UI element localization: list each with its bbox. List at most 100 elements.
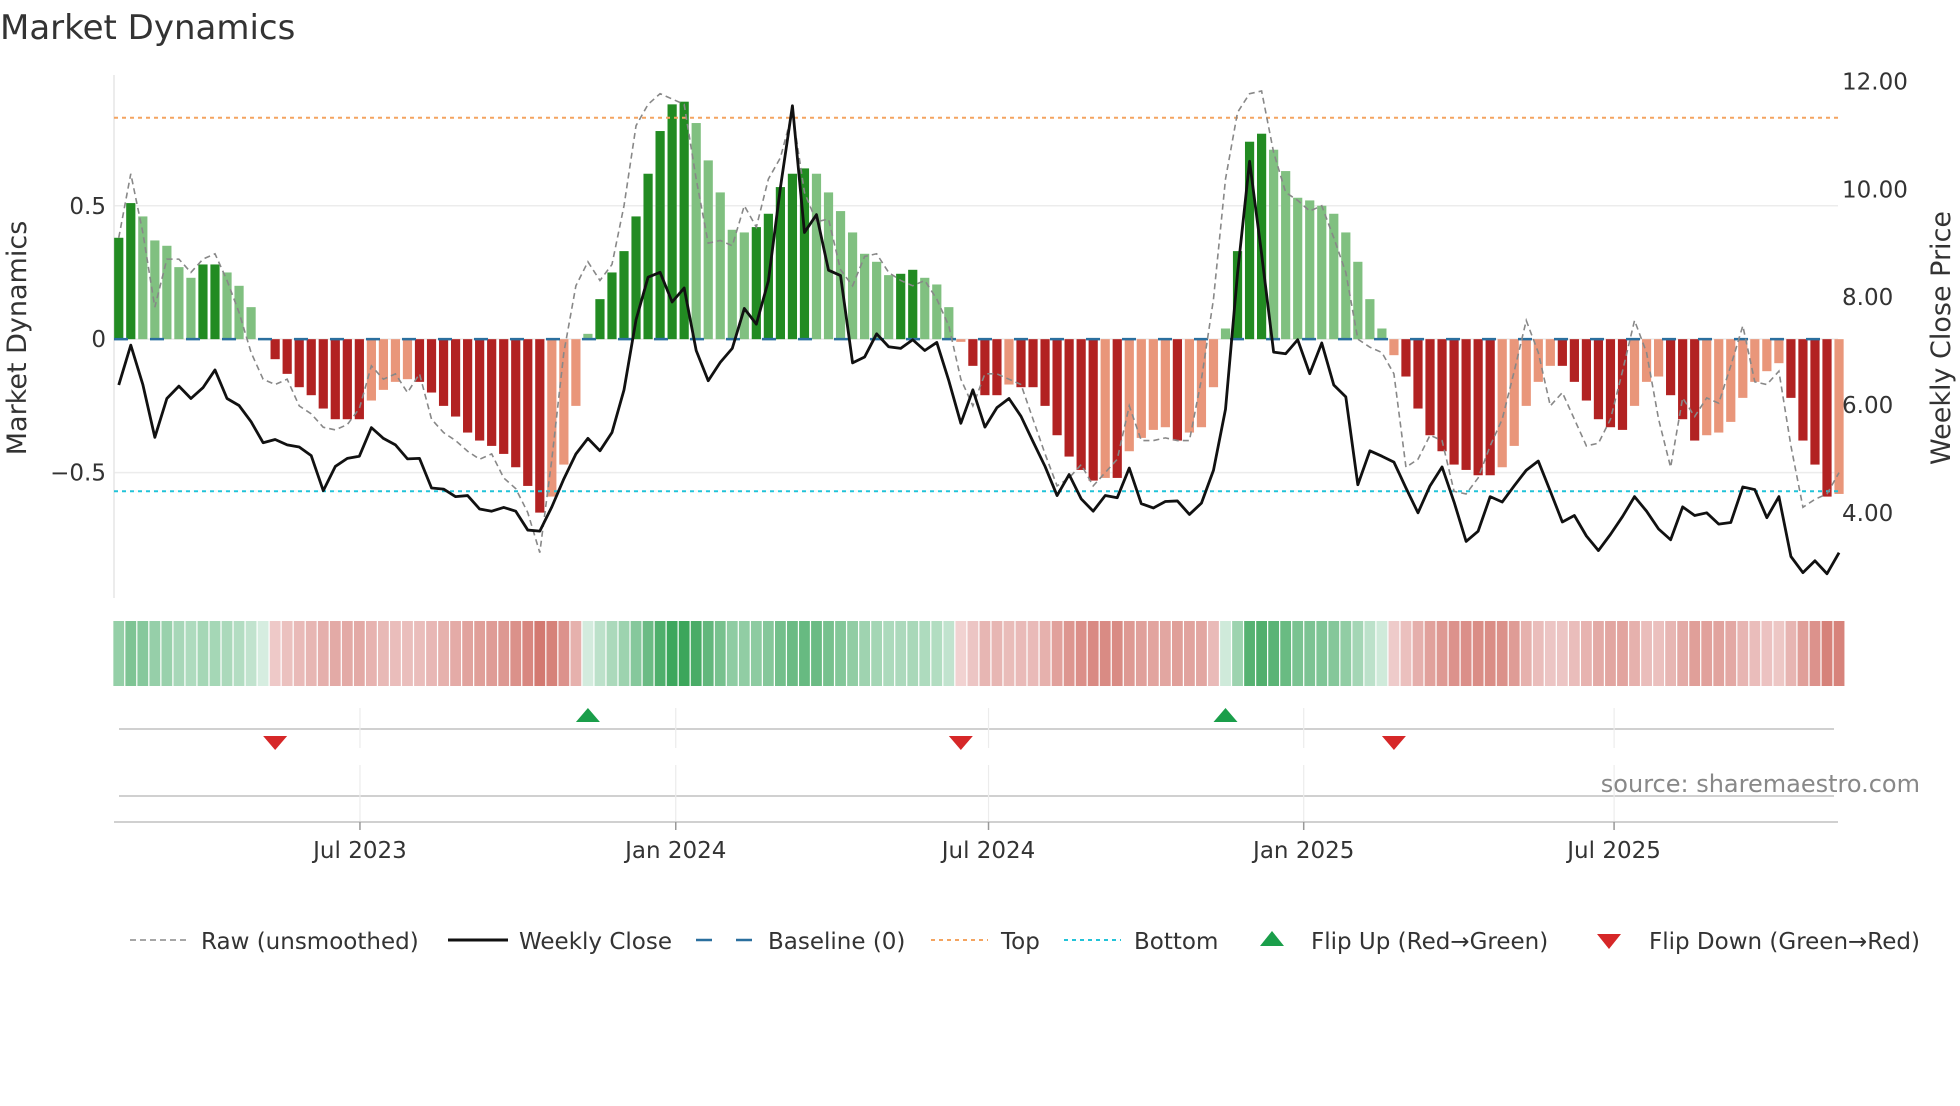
dynamics-bar — [342, 339, 352, 420]
heatmap-cell — [329, 621, 341, 686]
flip-down-marker — [948, 736, 973, 750]
heatmap-cell — [185, 621, 197, 686]
heatmap-cell — [1448, 621, 1460, 686]
heatmap-cell — [955, 621, 967, 686]
dynamics-bar — [1124, 339, 1134, 452]
dynamics-bar — [1136, 339, 1146, 438]
dynamics-bar — [511, 339, 521, 468]
heatmap-cell — [1472, 621, 1484, 686]
heatmap-cell — [414, 621, 425, 686]
dynamics-bar — [1714, 339, 1724, 433]
heatmap-cell — [1099, 621, 1111, 686]
dynamics-bar — [1629, 339, 1640, 406]
dynamics-bar — [523, 339, 533, 486]
market-dynamics-chart: Market Dynamics 0.5 0 −0.5 12.00 10.00 8.00 6.… — [0, 8, 1957, 955]
heatmap-cell — [570, 621, 582, 686]
heatmap-cell — [1292, 621, 1304, 686]
heatmap-cell — [1280, 621, 1292, 686]
dynamics-bar — [438, 339, 449, 406]
dynamics-bar — [1774, 339, 1784, 364]
heatmap-cell — [1015, 621, 1027, 686]
heatmap-cell — [1304, 621, 1316, 686]
heatmap-cell — [1075, 621, 1087, 686]
dynamics-bar — [174, 267, 184, 340]
heatmap-cell — [907, 621, 919, 686]
heatmap-cell — [149, 621, 161, 686]
dynamics-bar — [1485, 339, 1495, 476]
dynamics-bar — [1112, 339, 1122, 478]
heatmap-cell — [1412, 621, 1424, 686]
dynamics-bar — [1666, 339, 1676, 396]
dynamics-bar — [1581, 339, 1592, 401]
heatmap-cell — [137, 621, 149, 686]
dynamics-bar — [294, 339, 304, 388]
dynamics-bar — [1220, 328, 1231, 340]
heatmap-cell — [738, 621, 750, 686]
heatmap-cell — [125, 621, 137, 686]
dynamics-bar — [1533, 339, 1543, 382]
dynamics-bar — [1569, 339, 1579, 382]
heatmap-cell — [1641, 621, 1652, 686]
dynamics-bar — [547, 339, 557, 497]
heatmap-cell — [462, 621, 474, 686]
dynamics-bar — [860, 253, 870, 340]
heatmap-cell — [799, 621, 810, 686]
heatmap-cell — [1797, 621, 1809, 686]
dynamics-bar — [1461, 339, 1471, 470]
dynamics-bar — [715, 192, 725, 340]
chart-title: Market Dynamics — [0, 8, 295, 48]
legend: Raw (unsmoothed) Weekly Close Baseline (0)… — [130, 929, 1920, 955]
dynamics-bar — [402, 339, 413, 380]
dynamics-bar — [811, 173, 822, 340]
heatmap-cell — [883, 621, 895, 686]
heatmap-cell — [943, 621, 955, 686]
heatmap-cell — [1581, 621, 1592, 686]
heatmap-cell — [895, 621, 907, 686]
dynamics-bar — [896, 273, 906, 340]
heatmap-cell — [1184, 621, 1195, 686]
source-credit: source: sharemaestro.com — [1601, 770, 1920, 798]
heatmap-cell — [1135, 621, 1147, 686]
heatmap-cell — [281, 621, 293, 686]
dynamics-bar — [703, 160, 713, 340]
x-tick-label: Jul 2023 — [311, 838, 407, 864]
dynamics-bar — [571, 339, 581, 406]
dynamics-bar — [1004, 339, 1014, 385]
dynamics-bar — [607, 272, 617, 340]
dynamics-bar — [1653, 339, 1664, 377]
heatmap-cell — [654, 621, 666, 686]
heatmap-cell — [1147, 621, 1159, 686]
legend-flip-down-icon — [1597, 934, 1621, 949]
heatmap-cell — [1087, 621, 1099, 686]
dynamics-bar — [306, 339, 316, 396]
heatmap-cell — [510, 621, 522, 686]
dynamics-bar — [1762, 339, 1772, 372]
dynamics-bar — [1593, 339, 1604, 420]
heatmap-cell — [1424, 621, 1436, 686]
y2-tick-label: 12.00 — [1842, 69, 1908, 95]
dynamics-bar — [1076, 339, 1086, 470]
heatmap-cell — [402, 621, 413, 686]
heatmap-cell — [197, 621, 209, 686]
legend-label: Flip Down (Green→Red) — [1649, 929, 1920, 955]
heatmap-cell — [859, 621, 871, 686]
heatmap-cell — [1617, 621, 1628, 686]
dynamics-bar — [1389, 339, 1399, 356]
dynamics-bar — [1353, 261, 1363, 340]
heatmap-cell — [690, 621, 702, 686]
heatmap-cell — [919, 621, 931, 686]
heatmap-cell — [1773, 621, 1785, 686]
heatmap-cell — [1665, 621, 1677, 686]
dynamics-bar — [1437, 339, 1447, 452]
dynamics-bar — [944, 307, 954, 340]
dynamics-bar — [667, 104, 677, 340]
heatmap-cell — [931, 621, 943, 686]
heatmap-cell — [1159, 621, 1171, 686]
dynamics-bar — [535, 339, 545, 513]
heatmap-cell — [450, 621, 461, 686]
heatmap-cell — [293, 621, 305, 686]
heatmap-cell — [390, 621, 401, 686]
heatmap-cell — [438, 621, 449, 686]
dynamics-bar — [727, 229, 737, 340]
dynamics-bar — [1401, 339, 1411, 377]
